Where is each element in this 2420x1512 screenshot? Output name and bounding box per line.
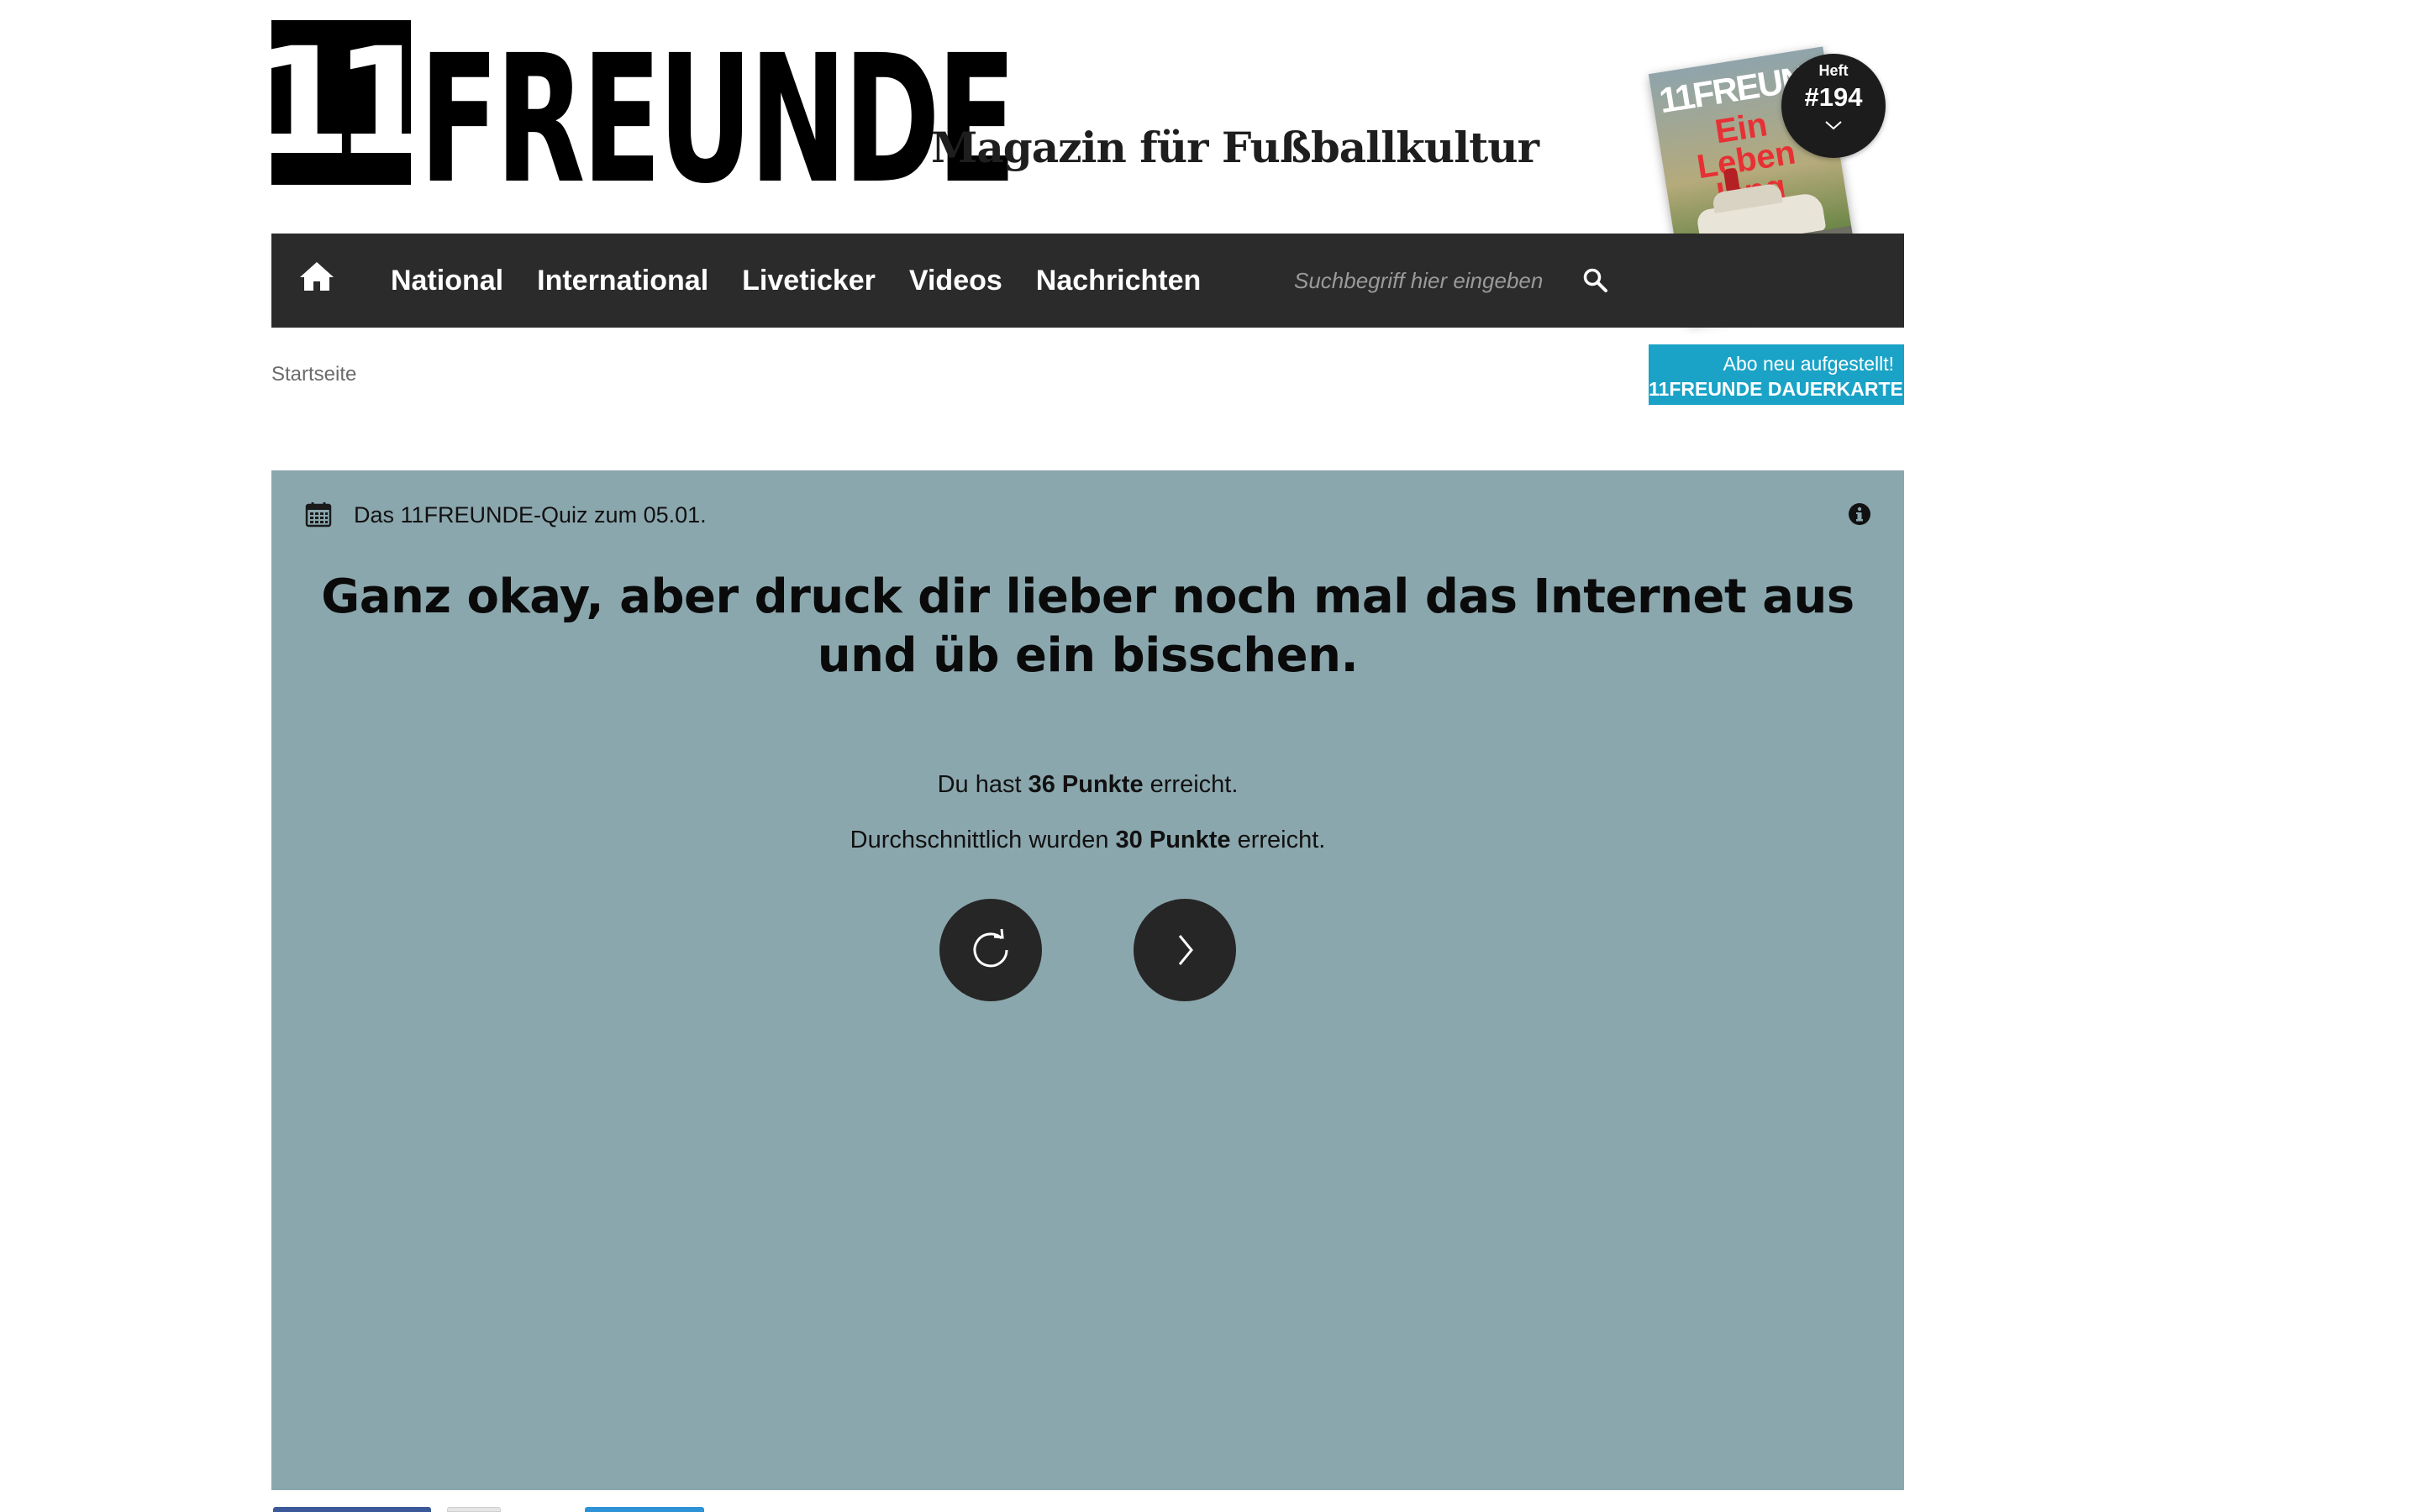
twitter-share-button[interactable] <box>585 1507 704 1512</box>
issue-number: #194 <box>1804 82 1863 112</box>
score-suffix: erreicht. <box>1143 771 1239 798</box>
refresh-icon <box>973 928 1008 968</box>
nav-item-liveticker[interactable]: Liveticker <box>742 265 876 297</box>
main-nav: National International Liveticker Videos… <box>271 234 1904 328</box>
abo-line1: Abo neu aufgestellt! <box>1723 353 1894 375</box>
nav-item-international[interactable]: International <box>537 265 708 297</box>
score-prefix: Du hast <box>937 771 1028 798</box>
breadcrumb-home-link[interactable]: Startseite <box>271 363 356 386</box>
issue-label: Heft <box>1818 62 1849 79</box>
search-icon[interactable] <box>1581 266 1610 295</box>
restart-quiz-button[interactable] <box>939 899 1042 1001</box>
average-prefix: Durchschnittlich wurden <box>850 827 1116 853</box>
share-button[interactable] <box>447 1507 501 1512</box>
search-box <box>1292 257 1645 304</box>
search-input[interactable] <box>1292 266 1565 295</box>
nav-item-videos[interactable]: Videos <box>909 265 1002 297</box>
quiz-average: Durchschnittlich wurden 30 Punkte erreic… <box>271 827 1904 854</box>
info-icon[interactable] <box>1848 502 1871 526</box>
calendar-icon <box>305 502 332 528</box>
quiz-panel: Das 11FREUNDE-Quiz zum 05.01. Ganz okay,… <box>271 470 1904 1490</box>
breadcrumb: Startseite <box>271 363 356 386</box>
abo-banner[interactable]: Abo neu aufgestellt! 11FREUNDE DAUERKART… <box>1649 344 1904 405</box>
home-icon[interactable] <box>297 257 337 297</box>
average-value: 30 Punkte <box>1115 827 1231 853</box>
abo-line2: 11FREUNDE DAUERKARTE <box>1649 378 1903 400</box>
issue-badge[interactable]: Heft #194 <box>1781 54 1886 158</box>
average-suffix: erreicht. <box>1230 827 1326 853</box>
chevron-down-icon <box>1825 121 1842 130</box>
quiz-title: Das 11FREUNDE-Quiz zum 05.01. <box>354 502 707 528</box>
quiz-result-headline: Ganz okay, aber druck dir lieber noch ma… <box>321 570 1854 683</box>
page: 11 FREUNDE Magazin für Fußballkultur 11F… <box>0 0 2420 1512</box>
logo-word: FREUNDE <box>419 17 1017 223</box>
site-tagline: Magazin für Fußballkultur <box>931 123 1539 172</box>
quiz-score: Du hast 36 Punkte erreicht. <box>271 771 1904 799</box>
logo-number: 11 <box>271 20 411 185</box>
next-quiz-button[interactable] <box>1134 899 1236 1001</box>
chevron-right-icon <box>1178 935 1193 965</box>
score-value: 36 Punkte <box>1028 771 1144 798</box>
facebook-share-button[interactable] <box>273 1507 431 1512</box>
nav-item-nachrichten[interactable]: Nachrichten <box>1036 265 1202 297</box>
nav-item-national[interactable]: National <box>391 265 503 297</box>
nav-items: National International Liveticker Videos… <box>391 234 1201 328</box>
